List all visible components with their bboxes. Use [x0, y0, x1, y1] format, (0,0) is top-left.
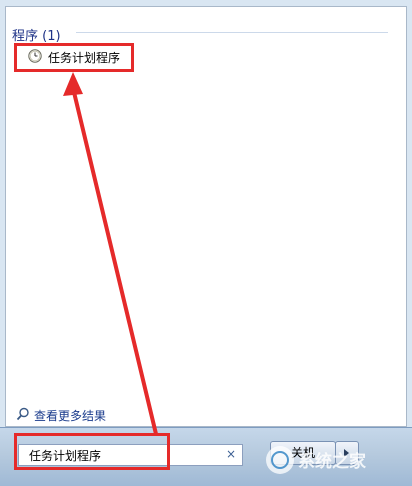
section-title: 程序 (1)	[12, 29, 61, 44]
result-highlight-box	[14, 43, 134, 72]
search-highlight-box	[14, 433, 170, 470]
watermark-logo: 系统之家	[266, 446, 366, 474]
close-icon[interactable]: ×	[226, 447, 236, 461]
section-divider	[76, 32, 388, 33]
section-header-programs: 程序 (1)	[12, 20, 388, 44]
see-more-label: 查看更多结果	[34, 409, 107, 423]
watermark-text: 系统之家	[298, 451, 366, 472]
search-icon	[16, 407, 30, 421]
